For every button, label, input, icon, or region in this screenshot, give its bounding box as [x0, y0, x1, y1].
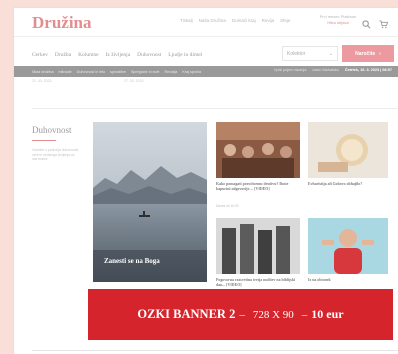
article-image[interactable]	[216, 218, 300, 274]
nav-item[interactable]: Kolumne	[78, 52, 98, 58]
top-link[interactable]: Naša Družina	[199, 18, 226, 23]
top-link[interactable]: Tiskalj	[180, 18, 193, 23]
category-link[interactable]: Kraj sporča	[182, 70, 201, 74]
top-link[interactable]: Sfeje	[280, 18, 290, 23]
article-caption[interactable]: Iz na obtonek	[308, 278, 388, 283]
main-nav: Cerkev Družba Kolumne Iz življenja Duhov…	[32, 52, 202, 58]
banner-dash: –	[239, 308, 245, 321]
section-description: Vsebine s področja duhovnosti, vere in v…	[32, 148, 80, 162]
search-hint[interactable]: Vpiši pojem iskanja	[274, 68, 307, 72]
ad-banner[interactable]: OZKI BANNER 2 – 728 X 90 – 10 eur	[88, 289, 393, 340]
subscribe-label: Naročite	[355, 50, 376, 57]
top-links: Tiskalj Naša Družina Domači kraj Revija …	[180, 18, 290, 23]
category-link[interactable]: sprostitve	[110, 70, 126, 74]
site-logo[interactable]: Družina	[32, 13, 92, 33]
header-divider	[14, 36, 398, 37]
section-title[interactable]: Duhovnost	[32, 125, 72, 135]
banner-dash: –	[301, 308, 308, 321]
nav-item[interactable]: Ljudje in dimel	[168, 52, 202, 58]
category-link[interactable]: mitradie	[59, 70, 72, 74]
banner-size: 728 X 90	[252, 308, 294, 321]
select-value: Kolektor	[287, 51, 306, 57]
newspaper-select[interactable]: Kolektor ⌄	[282, 46, 338, 61]
nav-item[interactable]: Cerkev	[32, 52, 48, 58]
article-image[interactable]	[308, 218, 388, 274]
chevron-down-icon: ⌄	[328, 51, 333, 57]
top-link[interactable]: Revija	[262, 18, 275, 23]
promo-link[interactable]: Hitra objava	[316, 20, 360, 26]
promo-box[interactable]: Prvi mesec Platinum Hitra objava	[316, 14, 360, 26]
strip-date: 21. 03. 2023	[32, 79, 52, 83]
article-caption[interactable]: Pogovorna razsvetina tretja molitev na b…	[216, 278, 300, 288]
top-link[interactable]: Domači kraj	[232, 18, 256, 23]
section-underline	[32, 140, 56, 141]
user-name[interactable]: Izaim Mahatsko	[312, 68, 339, 72]
nav-item[interactable]: Iz življenja	[106, 52, 131, 58]
section-divider	[32, 108, 398, 109]
bar-right: Vpiši pojem iskanja Izaim Mahatsko Četrt…	[274, 68, 392, 72]
banner-price: 10 eur	[311, 307, 344, 321]
category-list: Nkaz družina mitradie Duhovnost in leto …	[14, 70, 201, 74]
search-icon[interactable]	[359, 17, 373, 31]
category-bar: Nkaz družina mitradie Duhovnost in leto …	[14, 66, 398, 77]
article-caption[interactable]: Evharistija ali Gobovo obhajilo?	[308, 182, 388, 187]
category-link[interactable]: Nkaz družina	[32, 70, 54, 74]
banner-name: OZKI BANNER 2	[137, 307, 236, 321]
footer-divider	[32, 350, 398, 351]
nav-item[interactable]: Družba	[55, 52, 71, 58]
chevron-right-icon: ›	[379, 50, 381, 57]
cart-icon[interactable]	[376, 17, 390, 31]
strip-date: 27. 02. 2023	[124, 79, 144, 83]
category-link[interactable]: Duhovnost in leto	[77, 70, 106, 74]
subscribe-button[interactable]: Naročite ›	[342, 45, 394, 62]
category-link[interactable]: Revizija	[164, 70, 177, 74]
article-meta: Danes ob 10:00	[216, 204, 239, 208]
current-date: Četrtek, 16. 3. 2023 | 08:57	[344, 68, 392, 72]
category-link[interactable]: Spreglobe in svet	[131, 70, 160, 74]
article-image[interactable]	[308, 122, 388, 178]
article-image[interactable]	[216, 122, 300, 178]
nav-item[interactable]: Duhovnost	[137, 52, 161, 58]
article-caption[interactable]: Kako pomagati pravičnemu društvu? Boste …	[216, 182, 300, 192]
featured-article-title[interactable]: Zanesti se na Boga	[104, 257, 160, 265]
